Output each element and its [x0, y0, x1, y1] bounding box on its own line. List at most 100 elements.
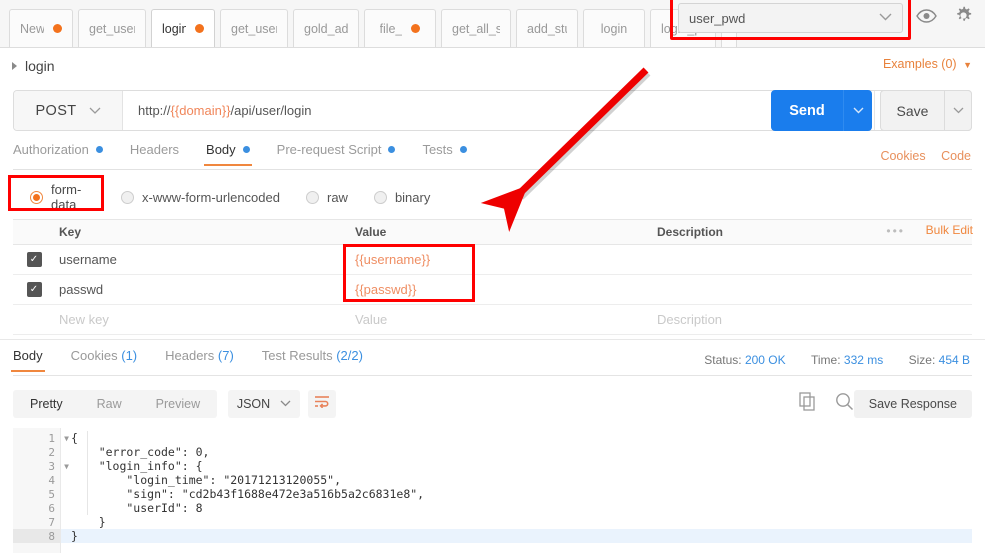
- row-enabled-checkbox[interactable]: ✓: [13, 252, 55, 267]
- tab-pre-request-script[interactable]: Pre-request Script: [277, 142, 396, 165]
- url-suffix: /api/user/login: [230, 103, 312, 118]
- request-tab-label: gold_add: [304, 21, 348, 36]
- expand-triangle-icon[interactable]: [12, 62, 17, 70]
- radio-raw[interactable]: raw: [305, 189, 348, 205]
- tab-count: (1): [121, 348, 138, 363]
- new-key-input[interactable]: New key: [55, 312, 355, 327]
- chevron-down-icon: [280, 399, 291, 410]
- code-line: "sign": "cd2b43f1688e472e3a516b5a2c6831e…: [71, 487, 425, 501]
- url-prefix: http://: [138, 103, 171, 118]
- request-tab[interactable]: New: [9, 9, 73, 47]
- gutter-line: 6: [13, 501, 60, 515]
- radio-label: binary: [394, 189, 431, 205]
- code-text[interactable]: { "error_code": 0, "login_info": { "logi…: [61, 428, 972, 553]
- bulk-edit-link[interactable]: Bulk Edit: [926, 223, 973, 237]
- tab-response-headers[interactable]: Headers (7): [165, 348, 234, 371]
- row-value[interactable]: {{passwd}}: [355, 282, 657, 297]
- word-wrap-icon: [314, 395, 330, 413]
- cookies-link[interactable]: Cookies: [880, 149, 925, 163]
- response-format-select[interactable]: JSON: [228, 390, 300, 418]
- word-wrap-button[interactable]: [308, 390, 336, 418]
- time-label: Time:: [811, 353, 841, 367]
- request-tab[interactable]: get_user_i: [220, 9, 288, 47]
- new-description-input[interactable]: Description: [657, 312, 972, 327]
- form-data-table: Key Value Description ✓ username {{usern…: [13, 219, 972, 339]
- radio-x-www-form-urlencoded[interactable]: x-www-form-urlencoded: [121, 190, 280, 205]
- search-response-button[interactable]: [835, 392, 854, 416]
- response-body-code: 1 ▼ 2 3 ▼ 4 5 6 7 8 { "error_code": 0, "lo…: [13, 428, 972, 553]
- page-title: login: [25, 58, 55, 74]
- tab-label: Tests: [422, 142, 453, 157]
- line-number: 8: [48, 529, 55, 543]
- body-type-radio-group: form-data x-www-form-urlencoded raw bina…: [13, 180, 972, 214]
- environment-select[interactable]: user_pwd: [678, 3, 903, 33]
- tab-body[interactable]: Body: [204, 142, 252, 166]
- tab-headers[interactable]: Headers: [130, 142, 179, 165]
- view-mode-preview[interactable]: Preview: [139, 390, 217, 418]
- tab-count: (2/2): [336, 348, 363, 363]
- save-button[interactable]: Save: [881, 91, 944, 130]
- tab-test-results[interactable]: Test Results (2/2): [262, 348, 363, 371]
- tab-response-cookies[interactable]: Cookies (1): [71, 348, 137, 371]
- gutter-line: 5: [13, 487, 60, 501]
- line-number: 3: [48, 459, 55, 473]
- url-input[interactable]: http://{{domain}}/api/user/login: [123, 91, 874, 130]
- gutter-line: 8: [13, 529, 60, 543]
- request-tab[interactable]: get_all_stu: [441, 9, 511, 47]
- tab-response-body[interactable]: Body: [11, 348, 45, 372]
- url-variable: {{domain}}: [170, 103, 231, 118]
- examples-dropdown[interactable]: Examples (0) ▼: [883, 57, 972, 71]
- tab-label: Authorization: [13, 142, 89, 157]
- send-options-button[interactable]: [843, 90, 872, 131]
- request-tab-active[interactable]: login: [151, 9, 215, 47]
- gutter-line: 7: [13, 515, 60, 529]
- gutter-line: 2: [13, 445, 60, 459]
- gutter-line: 4: [13, 473, 60, 487]
- table-options-icon[interactable]: •••: [886, 224, 905, 238]
- request-tab[interactable]: get_user_i: [78, 9, 146, 47]
- line-number: 4: [48, 473, 55, 487]
- send-button[interactable]: Send: [771, 90, 843, 131]
- save-options-button[interactable]: [944, 91, 971, 130]
- copy-response-button[interactable]: [799, 392, 817, 416]
- request-tab[interactable]: add_stu: [516, 9, 578, 47]
- settings-button[interactable]: [948, 4, 978, 32]
- save-response-button[interactable]: Save Response: [853, 390, 972, 418]
- radio-binary[interactable]: binary: [373, 189, 431, 205]
- new-value-input[interactable]: Value: [355, 312, 657, 327]
- request-tab-label: get_all_stu: [452, 21, 500, 36]
- environment-quick-look-button[interactable]: [911, 4, 941, 32]
- table-row[interactable]: ✓ username {{username}}: [13, 245, 972, 275]
- request-tab[interactable]: file_: [364, 9, 436, 47]
- tab-tests[interactable]: Tests: [422, 142, 467, 165]
- code-line: {: [71, 431, 78, 445]
- breadcrumb: login: [0, 48, 985, 84]
- line-number: 1: [48, 431, 55, 445]
- tab-label: Headers: [129, 142, 180, 157]
- save-button-group: Save: [880, 90, 972, 131]
- row-value[interactable]: {{username}}: [355, 252, 657, 267]
- code-link[interactable]: Code: [941, 149, 971, 163]
- row-key[interactable]: username: [55, 252, 355, 267]
- request-tab[interactable]: login: [583, 9, 645, 47]
- view-mode-pretty[interactable]: Pretty: [13, 390, 80, 418]
- view-mode-raw[interactable]: Raw: [80, 390, 139, 418]
- http-method-select[interactable]: POST: [14, 91, 123, 130]
- environment-select-value: user_pwd: [689, 10, 746, 26]
- radio-icon: [373, 190, 387, 204]
- table-row[interactable]: ✓ passwd {{passwd}}: [13, 275, 972, 305]
- radio-label: form-data: [51, 182, 82, 212]
- request-tab-label: file_: [379, 21, 403, 36]
- row-enabled-checkbox[interactable]: ✓: [13, 282, 55, 297]
- status-dot-icon: [459, 146, 467, 153]
- row-key[interactable]: passwd: [55, 282, 355, 297]
- gutter-line: 1 ▼: [13, 431, 69, 445]
- tab-authorization[interactable]: Authorization: [13, 142, 103, 165]
- request-section-tabs: Authorization Headers Body Pre-request S…: [13, 142, 972, 170]
- radio-form-data[interactable]: form-data: [13, 182, 106, 212]
- radio-label: raw: [326, 189, 348, 205]
- gutter-line: 3 ▼: [13, 459, 69, 473]
- http-method-value: POST: [35, 102, 77, 119]
- request-tab[interactable]: gold_add: [293, 9, 359, 47]
- table-row-new[interactable]: New key Value Description: [13, 305, 972, 335]
